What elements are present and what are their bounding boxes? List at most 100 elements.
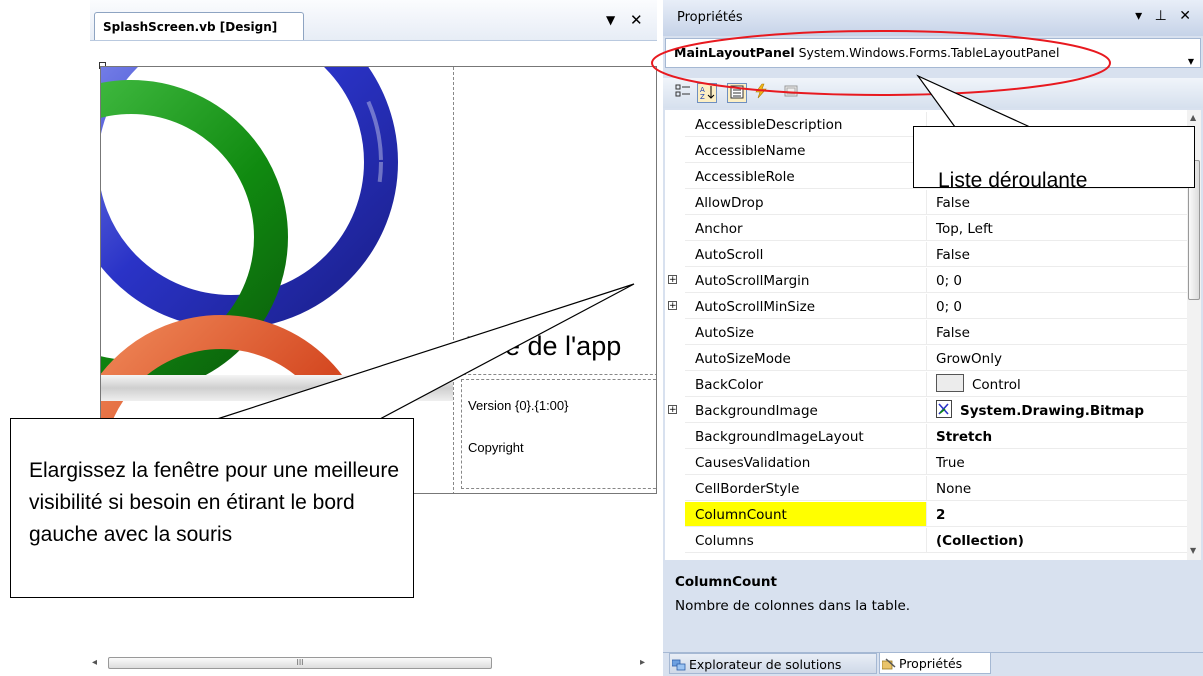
dropdown-arrow-icon[interactable]: ▼ bbox=[1188, 48, 1194, 67]
expand-icon[interactable]: + bbox=[668, 405, 677, 415]
property-value-text: True bbox=[936, 455, 965, 471]
document-tabstrip: SplashScreen.vb [Design] ▼ ✕ bbox=[90, 0, 657, 41]
window-controls-icon[interactable]: ▾ ⊥ ✕ bbox=[1135, 8, 1195, 24]
property-name[interactable]: Columns bbox=[685, 528, 927, 553]
property-value[interactable]: System.Drawing.Bitmap bbox=[927, 398, 1187, 423]
property-value-text: Stretch bbox=[936, 429, 993, 445]
tab-solution-explorer-label: Explorateur de solutions bbox=[689, 657, 842, 672]
property-name[interactable]: BackgroundImageLayout bbox=[685, 424, 927, 449]
property-value[interactable]: 0; 0 bbox=[927, 294, 1187, 319]
property-name[interactable]: BackgroundImage bbox=[685, 398, 927, 423]
property-pages-icon[interactable] bbox=[781, 83, 801, 103]
scroll-up-icon[interactable]: ▲ bbox=[1190, 113, 1196, 122]
scroll-right-icon[interactable]: ▸ bbox=[640, 654, 645, 672]
categorized-icon[interactable] bbox=[673, 83, 693, 103]
property-row[interactable]: + AutoScrollMargin 0; 0 bbox=[665, 268, 1187, 294]
property-name[interactable]: AutoSize bbox=[685, 320, 927, 345]
tool-window-tabs: Explorateur de solutions Propriétés bbox=[663, 652, 1203, 676]
property-value[interactable]: False bbox=[927, 320, 1187, 345]
property-value[interactable]: Control bbox=[927, 372, 1187, 397]
object-selector-dropdown[interactable]: MainLayoutPanel System.Windows.Forms.Tab… bbox=[665, 38, 1201, 68]
property-row[interactable]: AllowDrop False bbox=[665, 190, 1187, 216]
property-value[interactable]: GrowOnly bbox=[927, 346, 1187, 371]
property-name[interactable]: AutoScrollMargin bbox=[685, 268, 927, 293]
property-row[interactable]: Columns (Collection) bbox=[665, 528, 1187, 554]
property-row[interactable]: AutoSize False bbox=[665, 320, 1187, 346]
color-swatch bbox=[936, 374, 964, 392]
events-icon[interactable] bbox=[751, 83, 771, 103]
property-name[interactable]: Anchor bbox=[685, 216, 927, 241]
property-name[interactable]: AccessibleName bbox=[685, 138, 927, 163]
property-row[interactable]: + BackgroundImage System.Drawing.Bitmap bbox=[665, 398, 1187, 424]
property-row[interactable]: ColumnCount 2 bbox=[665, 502, 1187, 528]
property-value[interactable]: 2 bbox=[927, 502, 1187, 527]
horizontal-scroll-thumb[interactable]: III bbox=[108, 657, 492, 669]
property-value[interactable]: Stretch bbox=[927, 424, 1187, 449]
properties-tab-icon bbox=[882, 658, 896, 670]
row-gutter bbox=[665, 450, 683, 476]
property-row[interactable]: + AutoScrollMinSize 0; 0 bbox=[665, 294, 1187, 320]
row-gutter bbox=[665, 372, 683, 398]
properties-window: Propriétés ▾ ⊥ ✕ MainLayoutPanel System.… bbox=[663, 0, 1203, 676]
property-value-text: None bbox=[936, 481, 972, 497]
row-gutter bbox=[665, 424, 683, 450]
tab-list-dropdown-icon[interactable]: ▼ bbox=[606, 13, 615, 27]
property-name[interactable]: AccessibleRole bbox=[685, 164, 927, 189]
property-value[interactable]: Top, Left bbox=[927, 216, 1187, 241]
splash-gradient-strip bbox=[101, 375, 453, 401]
property-row[interactable]: AutoSizeMode GrowOnly bbox=[665, 346, 1187, 372]
property-name[interactable]: AutoSizeMode bbox=[685, 346, 927, 371]
tab-solution-explorer[interactable]: Explorateur de solutions bbox=[669, 653, 877, 674]
property-row[interactable]: BackgroundImageLayout Stretch bbox=[665, 424, 1187, 450]
property-value[interactable]: (Collection) bbox=[927, 528, 1187, 553]
property-name[interactable]: AccessibleDescription bbox=[685, 112, 927, 137]
application-title-label[interactable]: Titre de l'app bbox=[467, 331, 621, 362]
property-value[interactable]: True bbox=[927, 450, 1187, 475]
property-value-text: (Collection) bbox=[936, 533, 1024, 549]
property-value[interactable]: 0; 0 bbox=[927, 268, 1187, 293]
scroll-left-icon[interactable]: ◂ bbox=[92, 654, 97, 672]
property-row[interactable]: AutoScroll False bbox=[665, 242, 1187, 268]
property-value[interactable]: False bbox=[927, 242, 1187, 267]
properties-titlebar: Propriétés ▾ ⊥ ✕ bbox=[663, 0, 1203, 36]
property-value-text: False bbox=[936, 195, 970, 211]
property-row[interactable]: BackColor Control bbox=[665, 372, 1187, 398]
property-value[interactable]: None bbox=[927, 476, 1187, 501]
property-name[interactable]: ColumnCount bbox=[685, 502, 927, 527]
properties-icon[interactable] bbox=[727, 83, 747, 103]
property-value[interactable]: False bbox=[927, 190, 1187, 215]
property-name[interactable]: CellBorderStyle bbox=[685, 476, 927, 501]
row-gutter bbox=[665, 346, 683, 372]
tab-splashscreen-design[interactable]: SplashScreen.vb [Design] bbox=[94, 12, 304, 40]
properties-toolbar: AZ bbox=[663, 78, 1203, 108]
version-label[interactable]: Version {0}.{1:00} bbox=[468, 398, 568, 413]
row-gutter bbox=[665, 476, 683, 502]
expand-icon[interactable]: + bbox=[668, 275, 677, 285]
row-gutter bbox=[665, 164, 683, 190]
property-value-text: False bbox=[936, 325, 970, 341]
callout-dropdown-list-text: Liste déroulante bbox=[938, 169, 1088, 188]
property-value-text: 0; 0 bbox=[936, 299, 963, 315]
property-row[interactable]: CellBorderStyle None bbox=[665, 476, 1187, 502]
row-gutter: + bbox=[665, 268, 683, 294]
callout-widen-window-text: Elargissez la fenêtre pour une meilleure… bbox=[29, 459, 400, 546]
property-row[interactable]: Anchor Top, Left bbox=[665, 216, 1187, 242]
property-name[interactable]: AutoScroll bbox=[685, 242, 927, 267]
property-row[interactable]: CausesValidation True bbox=[665, 450, 1187, 476]
close-document-icon[interactable]: ✕ bbox=[630, 11, 643, 29]
row-gutter: + bbox=[665, 294, 683, 320]
row-gutter bbox=[665, 528, 683, 554]
tab-properties[interactable]: Propriétés bbox=[879, 653, 991, 674]
property-name[interactable]: AutoScrollMinSize bbox=[685, 294, 927, 319]
selected-object-name: MainLayoutPanel bbox=[674, 45, 795, 60]
expand-icon[interactable]: + bbox=[668, 301, 677, 311]
layout-row-divider bbox=[453, 374, 656, 375]
property-name[interactable]: BackColor bbox=[685, 372, 927, 397]
horizontal-scrollbar[interactable]: ◂ III ▸ bbox=[90, 654, 657, 672]
property-name[interactable]: CausesValidation bbox=[685, 450, 927, 475]
scroll-down-icon[interactable]: ▼ bbox=[1190, 546, 1196, 555]
property-name[interactable]: AllowDrop bbox=[685, 190, 927, 215]
alphabetical-icon[interactable]: AZ bbox=[697, 83, 717, 103]
details-layout-panel[interactable] bbox=[461, 379, 656, 489]
copyright-label[interactable]: Copyright bbox=[468, 440, 524, 455]
